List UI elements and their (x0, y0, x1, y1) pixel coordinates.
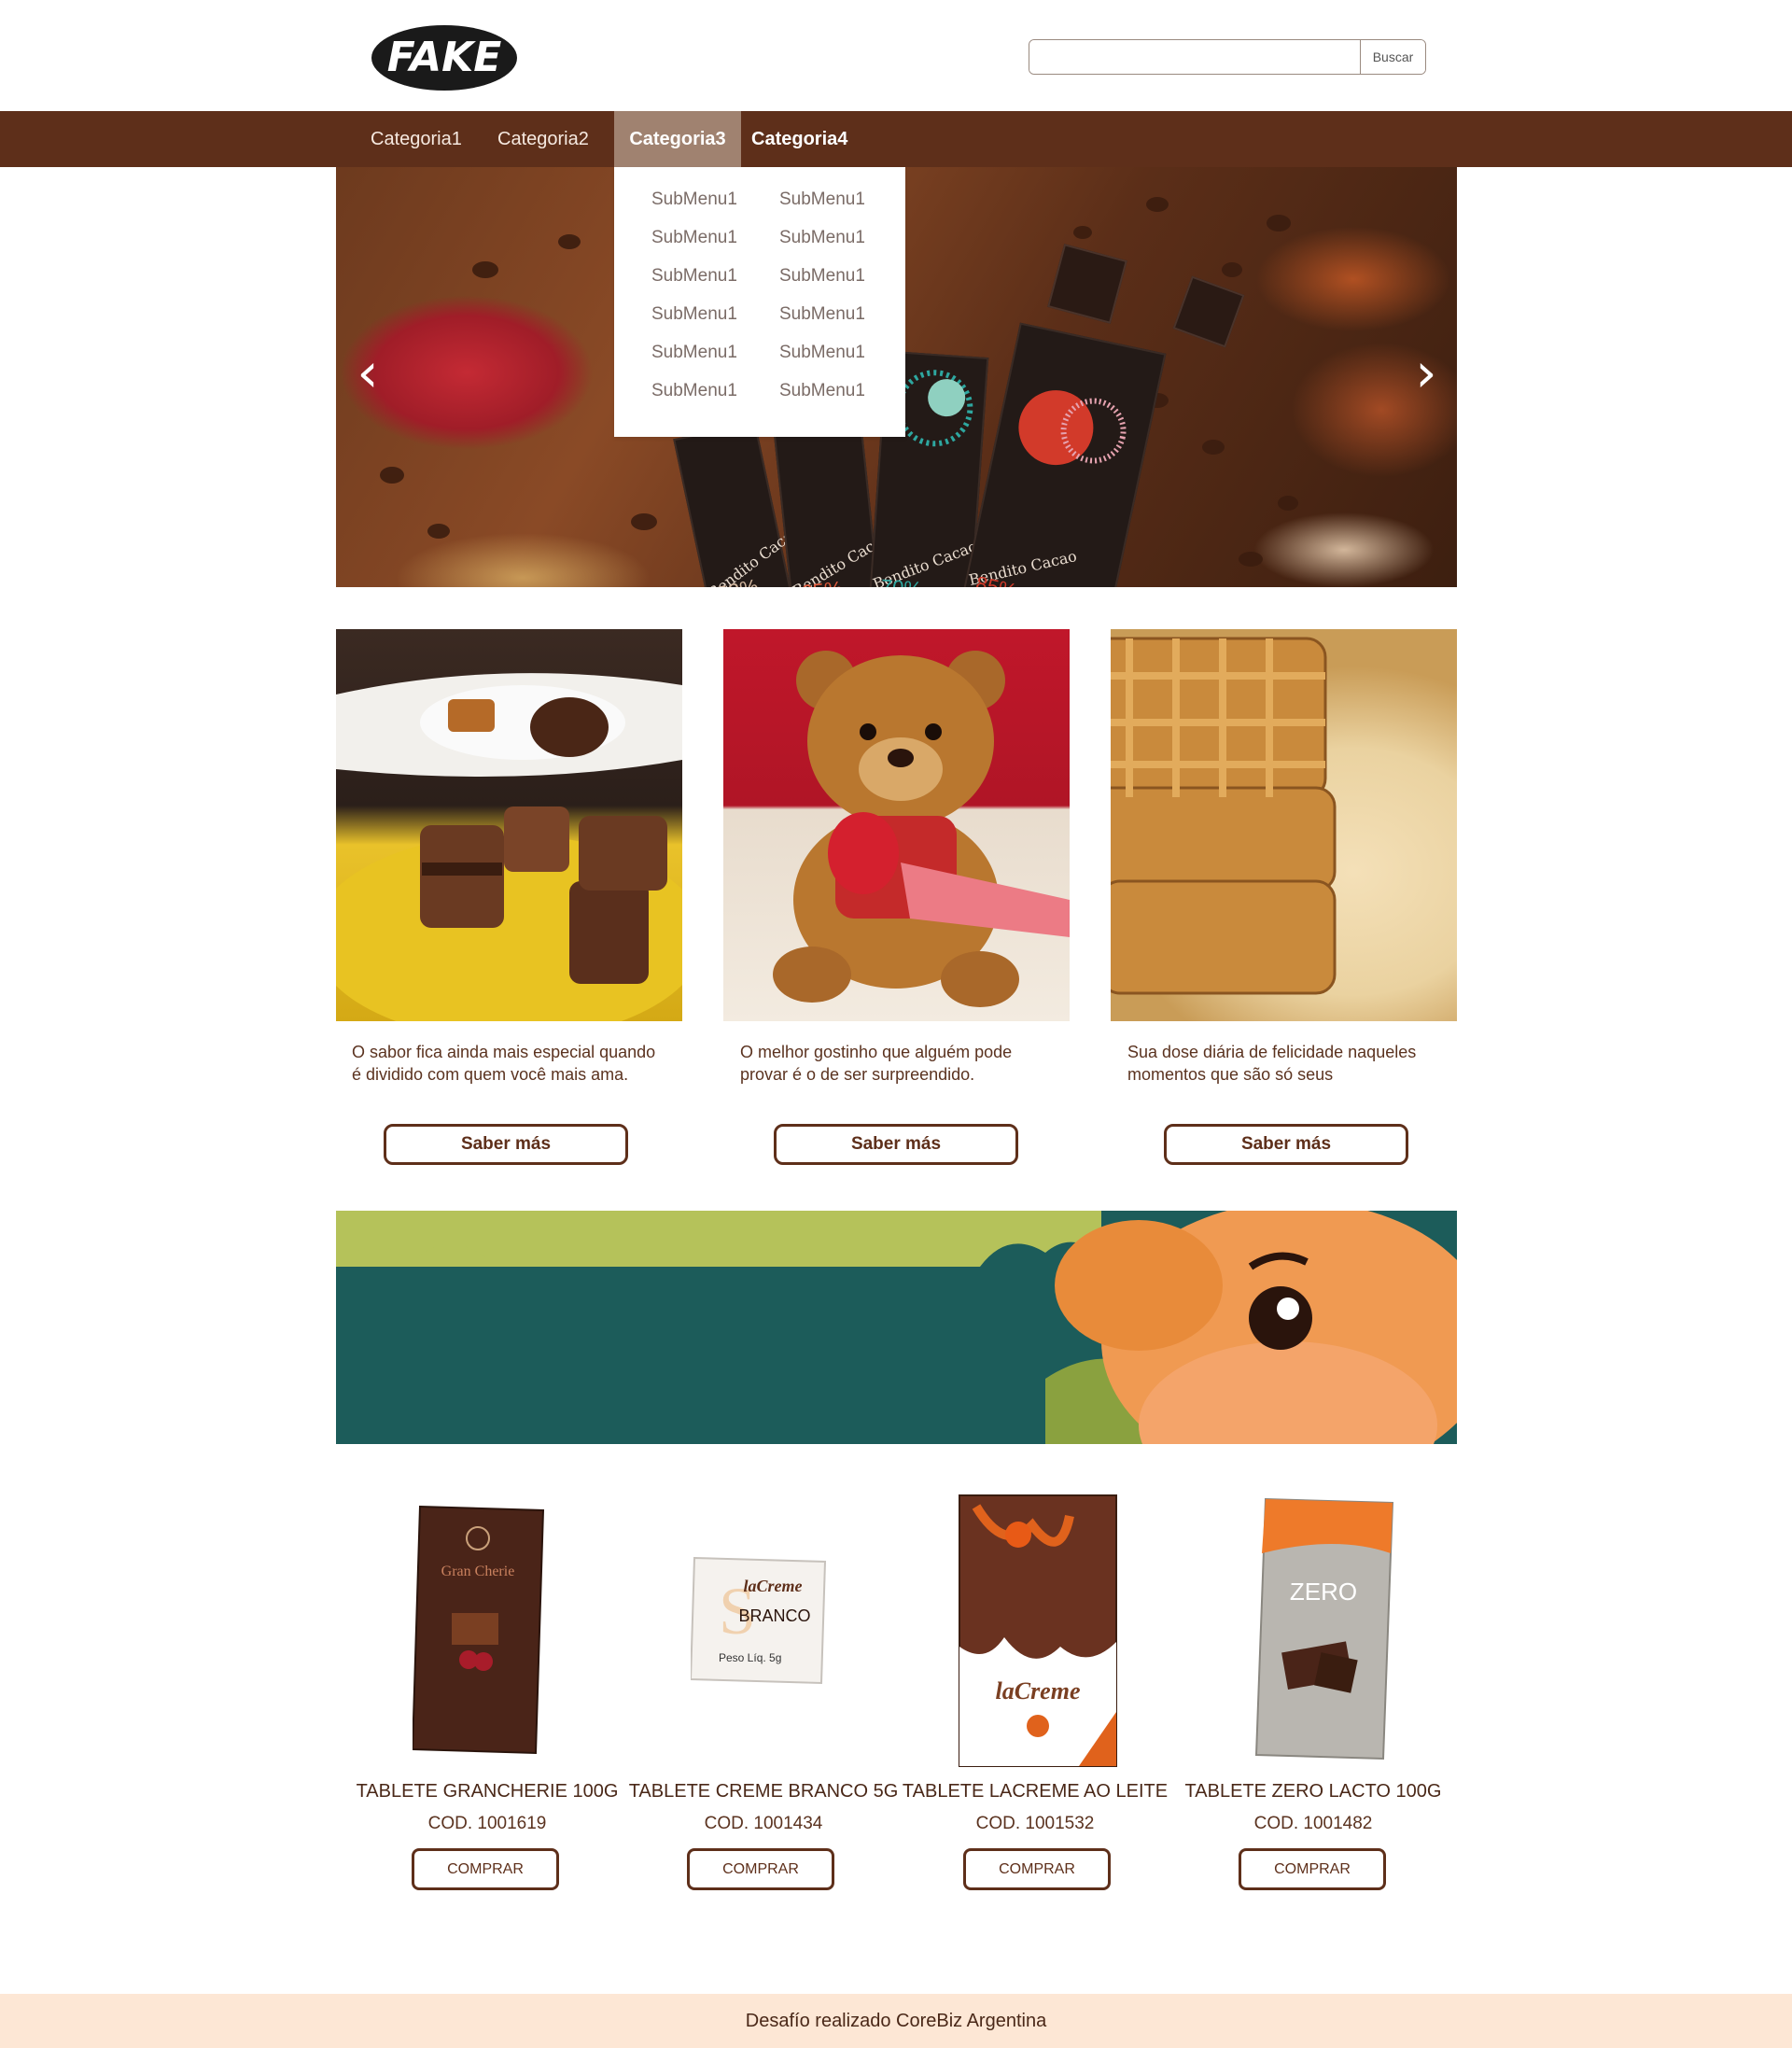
submenu-item[interactable]: SubMenu1 (651, 266, 737, 287)
svg-text:Gran Cherie: Gran Cherie (441, 1564, 515, 1579)
svg-text:laCreme: laCreme (744, 1577, 803, 1595)
svg-text:Peso Líq. 5g: Peso Líq. 5g (719, 1651, 781, 1664)
svg-text:ZERO: ZERO (1290, 1578, 1357, 1606)
card-description: O sabor fica ainda mais especial quando … (352, 1043, 656, 1084)
nav-item-categoria2[interactable]: Categoria2 (487, 111, 599, 167)
svg-text:laCreme: laCreme (996, 1677, 1081, 1704)
submenu-item[interactable]: SubMenu1 (779, 266, 865, 287)
search-button[interactable]: Buscar (1360, 40, 1425, 74)
product-code: COD. 1001532 (975, 1814, 1095, 1833)
search-bar: Buscar (1029, 39, 1426, 75)
promo-banner[interactable] (336, 1211, 1457, 1444)
svg-text:BRANCO: BRANCO (738, 1606, 810, 1625)
nav-item-categoria4[interactable]: Categoria4 (741, 111, 858, 167)
categoria3-dropdown: SubMenu1 SubMenu1 SubMenu1 SubMenu1 SubM… (614, 167, 905, 437)
nav-item-categoria3[interactable]: Categoria3 (614, 111, 741, 167)
submenu-item[interactable]: SubMenu1 (779, 189, 865, 210)
logo-text: FAKE (387, 34, 502, 81)
product-image-zero-lacto[interactable]: ZERO (1253, 1497, 1394, 1760)
saber-mas-button[interactable]: Saber más (774, 1124, 1018, 1165)
product-name[interactable]: TABLETE ZERO LACTO 100G (1173, 1781, 1453, 1803)
submenu-item[interactable]: SubMenu1 (779, 304, 865, 325)
plush-toy-banner-image (336, 1211, 1457, 1444)
comprar-button[interactable]: COMPRAR (963, 1848, 1111, 1890)
product-code: COD. 1001619 (427, 1814, 547, 1833)
site-footer: Desafío realizado CoreBiz Argentina (0, 1994, 1792, 2048)
submenu-item[interactable]: SubMenu1 (779, 343, 865, 363)
carousel-prev-button[interactable]: ‹ (349, 344, 386, 400)
comprar-button[interactable]: COMPRAR (1239, 1848, 1386, 1890)
card-description: Sua dose diária de felicidade naqueles m… (1127, 1043, 1417, 1084)
product-image-grancherie[interactable]: Gran Cherie (413, 1501, 545, 1758)
product-code: COD. 1001434 (704, 1814, 823, 1833)
nav-item-categoria1[interactable]: Categoria1 (360, 111, 472, 167)
card-description: O melhor gostinho que alguém pode provar… (740, 1043, 1013, 1084)
product-image-creme-branco[interactable]: S laCreme BRANCO Peso Líq. 5g (691, 1554, 829, 1690)
submenu-item[interactable]: SubMenu1 (651, 228, 737, 248)
comprar-button[interactable]: COMPRAR (687, 1848, 834, 1890)
chocolate-cups-image (336, 673, 682, 1021)
footer-text: Desafío realizado CoreBiz Argentina (745, 2011, 1047, 2031)
submenu-item[interactable]: SubMenu1 (651, 343, 737, 363)
saber-mas-button[interactable]: Saber más (1164, 1124, 1408, 1165)
card-image-chocolates[interactable] (336, 629, 682, 1021)
submenu-item[interactable]: SubMenu1 (779, 381, 865, 401)
saber-mas-button[interactable]: Saber más (384, 1124, 628, 1165)
logo[interactable]: FAKE (370, 21, 519, 95)
product-name[interactable]: TABLETE GRANCHERIE 100G (347, 1781, 627, 1803)
bar-pattern-icon (1018, 390, 1127, 466)
main-nav: Categoria1 Categoria2 Categoria3 Categor… (0, 111, 1792, 167)
site-header: FAKE Buscar (0, 0, 1792, 111)
product-code: COD. 1001482 (1253, 1814, 1373, 1833)
card-image-teddy-bear[interactable] (723, 629, 1070, 1021)
search-input[interactable] (1029, 40, 1360, 74)
carousel-next-button[interactable]: › (1407, 344, 1445, 400)
product-name[interactable]: TABLETE LACREME AO LEITE (895, 1781, 1175, 1803)
submenu-item[interactable]: SubMenu1 (779, 228, 865, 248)
submenu-item[interactable]: SubMenu1 (651, 189, 737, 210)
card-image-waffles[interactable] (1111, 629, 1457, 1021)
comprar-button[interactable]: COMPRAR (412, 1848, 559, 1890)
product-name[interactable]: TABLETE CREME BRANCO 5G (623, 1781, 903, 1803)
teddy-bear-image (773, 651, 1070, 1007)
product-image-lacreme-ao-leite[interactable]: laCreme (948, 1488, 1118, 1771)
submenu-item[interactable]: SubMenu1 (651, 304, 737, 325)
waffles-image (1111, 637, 1337, 995)
submenu-item[interactable]: SubMenu1 (651, 381, 737, 401)
